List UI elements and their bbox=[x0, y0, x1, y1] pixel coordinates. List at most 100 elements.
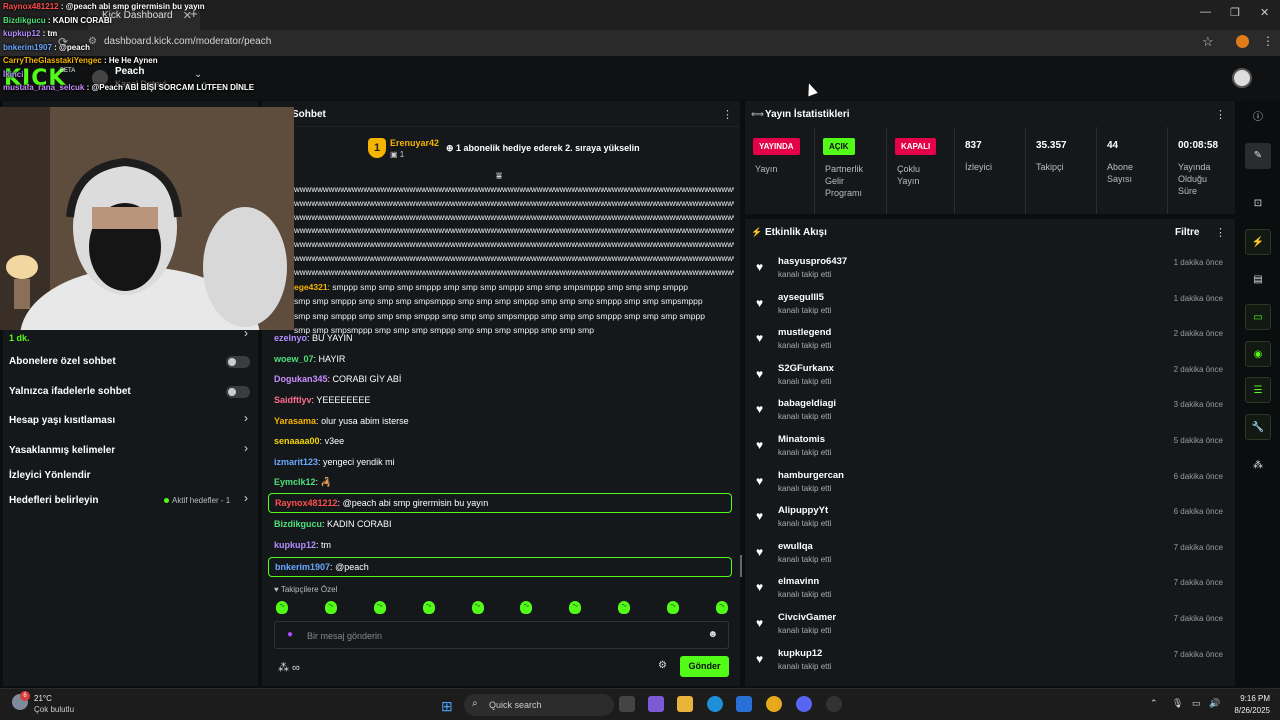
maximize-icon[interactable]: ❐ bbox=[1230, 6, 1240, 19]
collapse-icon[interactable]: ⩸ bbox=[496, 171, 502, 182]
taskbar-search[interactable]: ⌕ Quick search bbox=[464, 694, 614, 716]
chat-username[interactable]: woew_07 bbox=[274, 354, 314, 364]
emoji-icon[interactable]: ☻ bbox=[707, 629, 718, 640]
activity-item[interactable]: ♥ AlipuppyYt kanalı takip etti 6 dakika önc… bbox=[745, 505, 1235, 541]
chat-scrollbar[interactable] bbox=[740, 555, 742, 577]
activity-item[interactable]: ♥ CivcivGamer kanalı takip etti 7 dakika ön… bbox=[745, 612, 1235, 648]
activity-item[interactable]: ♥ kupkup12 kanalı takip etti 7 dakika önce bbox=[745, 648, 1235, 684]
document-icon[interactable]: ▤ bbox=[1245, 267, 1271, 293]
chat-username[interactable]: Dogukan345 bbox=[274, 374, 328, 384]
chat-username[interactable]: Raynox481212 bbox=[275, 498, 338, 508]
emote-icon[interactable]: ᵔᵕ bbox=[569, 601, 582, 614]
subscriber-only-toggle[interactable] bbox=[226, 356, 250, 368]
emote-icon[interactable]: ᵔᵕ bbox=[471, 601, 484, 614]
emote-only-toggle[interactable] bbox=[226, 386, 250, 398]
activity-username[interactable]: CivcivGamer bbox=[778, 612, 836, 623]
emote-icon[interactable]: ᵔᵕ bbox=[520, 601, 533, 614]
capture-icon[interactable]: ⊡ bbox=[1245, 191, 1271, 217]
network-icon[interactable]: ▭ bbox=[1192, 698, 1201, 709]
emote-icon[interactable]: ᵔᵕ bbox=[715, 601, 728, 614]
layout-icon[interactable]: ☰ bbox=[1245, 377, 1271, 403]
activity-username[interactable]: babageldiagi bbox=[778, 398, 836, 409]
heart-icon: ♥ bbox=[756, 402, 764, 417]
chat-message-text: @peach bbox=[335, 562, 369, 572]
task-view-icon[interactable] bbox=[619, 696, 635, 712]
activity-username[interactable]: mustlegend bbox=[778, 327, 831, 338]
activity-username[interactable]: S2GFurkanx bbox=[778, 363, 834, 374]
chat-username[interactable]: ege4321 bbox=[294, 282, 328, 292]
window-close-icon[interactable]: ✕ bbox=[1260, 6, 1269, 19]
activity-item[interactable]: ♥ hasyuspro6437 kanalı takip etti 1 dakika … bbox=[745, 256, 1235, 292]
chat-username[interactable]: Eymclk12 bbox=[274, 477, 316, 487]
store-icon[interactable] bbox=[736, 696, 752, 712]
broadcast-icon[interactable]: ◉ bbox=[1245, 341, 1271, 367]
extension-icon[interactable] bbox=[1236, 35, 1249, 48]
emote-icon[interactable]: ᵔᵕ bbox=[422, 601, 435, 614]
settings-gear-icon[interactable]: ⚙ bbox=[658, 660, 667, 671]
chat-icon[interactable]: ▭ bbox=[1245, 304, 1271, 330]
chat-username[interactable]: kupkup12 bbox=[274, 540, 316, 550]
chat-username[interactable]: Saidftlyv bbox=[274, 395, 312, 405]
browser-menu-icon[interactable]: ⋮ bbox=[1262, 34, 1274, 48]
activity-item[interactable]: ♥ aysegulll5 kanalı takip etti 1 dakika önc… bbox=[745, 292, 1235, 328]
activity-username[interactable]: hamburgercan bbox=[778, 470, 844, 481]
activity-item[interactable]: ♥ S2GFurkanx kanalı takip etti 2 dakika önc… bbox=[745, 363, 1235, 399]
activity-username[interactable]: aysegulll5 bbox=[778, 292, 824, 303]
send-button[interactable]: Gönder bbox=[680, 656, 729, 677]
edge-icon[interactable] bbox=[707, 696, 723, 712]
chat-username[interactable]: Yarasama bbox=[274, 416, 316, 426]
activity-item[interactable]: ♥ ewullqa kanalı takip etti 7 dakika önce bbox=[745, 541, 1235, 577]
activity-username[interactable]: Minatomis bbox=[778, 434, 825, 445]
microphone-tray-icon[interactable]: 🎙 bbox=[1172, 698, 1183, 709]
overlay-chat-line: mustafa_rana_selcuk : @Peach ABİ BİŞİ SO… bbox=[3, 83, 255, 92]
message-input[interactable]: ● Bir mesaj gönderin ☻ bbox=[274, 621, 729, 649]
emote-icon[interactable]: ᵔᵕ bbox=[618, 601, 631, 614]
chat-message-text: smp smp smppp smp smp smp smpsmppp smp s… bbox=[294, 296, 703, 307]
file-explorer-icon[interactable] bbox=[677, 696, 693, 712]
chat-username[interactable]: izmarit123 bbox=[274, 457, 318, 467]
microphone-icon[interactable]: ● bbox=[287, 629, 293, 640]
filter-button[interactable]: Filtre bbox=[1175, 227, 1199, 238]
windows-start-icon[interactable]: ⊞ bbox=[441, 698, 453, 715]
tray-chevron-icon[interactable]: ⌃ bbox=[1150, 698, 1158, 709]
activity-item[interactable]: ♥ babageldiagi kanalı takip etti 3 dakika ö… bbox=[745, 398, 1235, 434]
more-options-icon[interactable]: ⋮ bbox=[1215, 226, 1226, 239]
chrome-icon[interactable] bbox=[766, 696, 782, 712]
emote-icon[interactable]: ᵔᵕ bbox=[373, 601, 386, 614]
activity-icon[interactable]: ⚡ bbox=[1245, 229, 1271, 255]
chat-username[interactable]: bnkerim1907 bbox=[275, 562, 330, 572]
info-icon[interactable]: ⓘ bbox=[1245, 105, 1271, 131]
activity-username[interactable]: elmavinn bbox=[778, 576, 819, 587]
minimize-icon[interactable]: — bbox=[1200, 6, 1211, 18]
activity-item[interactable]: ♥ hamburgercan kanalı takip etti 6 dakika ö… bbox=[745, 470, 1235, 506]
more-options-icon[interactable]: ⋮ bbox=[722, 108, 733, 121]
activity-username[interactable]: hasyuspro6437 bbox=[778, 256, 847, 267]
emote-icon[interactable]: ᵔᵕ bbox=[324, 601, 337, 614]
chat-tools-icon[interactable]: ⁂ ∞ bbox=[278, 661, 300, 674]
pinned-user[interactable]: Erenuyar42 bbox=[390, 138, 439, 148]
bookmark-star-icon[interactable]: ☆ bbox=[1202, 34, 1214, 50]
app-icon[interactable] bbox=[826, 696, 842, 712]
overlay-username: mustafa_rana_selcuk bbox=[3, 83, 85, 92]
copilot-icon[interactable] bbox=[648, 696, 664, 712]
activity-item[interactable]: ♥ Minatomis kanalı takip etti 5 dakika önce bbox=[745, 434, 1235, 470]
activity-username[interactable]: AlipuppyYt bbox=[778, 505, 828, 516]
apps-icon[interactable]: ⁂ bbox=[1245, 453, 1271, 479]
chat-username[interactable]: senaaaa00 bbox=[274, 436, 320, 446]
taskbar-clock[interactable]: 9:16 PM 8/26/2025 bbox=[1226, 694, 1270, 715]
more-options-icon[interactable]: ⋮ bbox=[1215, 108, 1226, 121]
chat-username[interactable]: Bizdikgucu bbox=[274, 519, 322, 529]
wrench-icon[interactable]: 🔧 bbox=[1245, 414, 1271, 440]
activity-item[interactable]: ♥ mustlegend kanalı takip etti 2 dakika önc… bbox=[745, 327, 1235, 363]
activity-username[interactable]: kupkup12 bbox=[778, 648, 822, 659]
activity-username[interactable]: ewullqa bbox=[778, 541, 813, 552]
discord-icon[interactable] bbox=[796, 696, 812, 712]
chat-username[interactable]: ezelnyo bbox=[274, 333, 307, 343]
edit-icon[interactable]: ✎ bbox=[1245, 143, 1271, 169]
volume-icon[interactable]: 🔊 bbox=[1209, 698, 1220, 709]
activity-item[interactable]: ♥ elmavinn kanalı takip etti 7 dakika önce bbox=[745, 576, 1235, 612]
chat-message-mention: bnkerim1907: @peach bbox=[268, 557, 732, 577]
emote-icon[interactable]: ᵔᵕ bbox=[276, 601, 288, 614]
emote-icon[interactable]: ᵔᵕ bbox=[667, 601, 679, 614]
user-avatar[interactable] bbox=[1232, 68, 1252, 88]
